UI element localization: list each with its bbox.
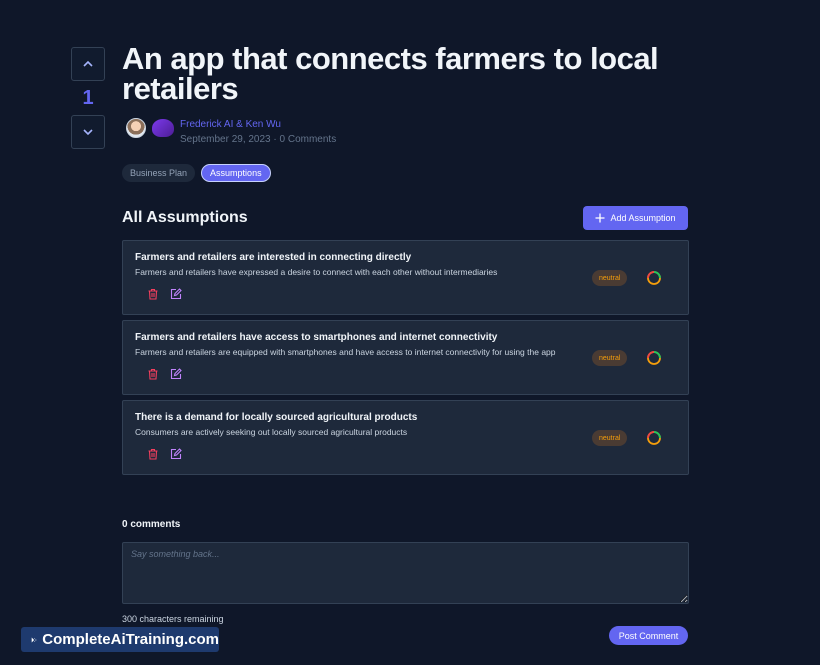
upvote-button[interactable] xyxy=(71,47,105,81)
characters-remaining: 300 characters remaining xyxy=(122,614,224,624)
vote-count: 1 xyxy=(82,86,94,109)
plus-icon xyxy=(595,213,605,223)
watermark-logo: CompleteAiTraining.com xyxy=(21,627,219,652)
post-date: September 29, 2023 · 0 Comments xyxy=(180,134,337,145)
post-meta: Frederick AI & Ken Wu September 29, 2023… xyxy=(180,119,336,145)
assumption-title: Farmers and retailers are interested in … xyxy=(135,252,412,263)
vote-widget: 1 xyxy=(71,47,105,149)
chevron-up-icon xyxy=(83,60,93,67)
assumption-description: Farmers and retailers have expressed a d… xyxy=(135,267,498,277)
avatar[interactable] xyxy=(126,118,146,138)
author-avatars xyxy=(126,118,174,138)
assumption-card: There is a demand for locally sourced ag… xyxy=(122,400,689,475)
assumption-description: Farmers and retailers are equipped with … xyxy=(135,347,556,357)
assumption-actions xyxy=(147,288,182,300)
post-comment-button[interactable]: Post Comment xyxy=(609,626,688,645)
trash-icon xyxy=(148,288,158,300)
assumption-title: Farmers and retailers have access to sma… xyxy=(135,332,498,343)
edit-button[interactable] xyxy=(170,368,182,380)
section-title: All Assumptions xyxy=(122,209,248,226)
trash-icon xyxy=(148,368,158,380)
assumption-card: Farmers and retailers are interested in … xyxy=(122,240,689,315)
logo-icon xyxy=(31,637,37,642)
chevron-down-icon xyxy=(83,129,93,136)
assumption-actions xyxy=(147,448,182,460)
comments-count: 0 comments xyxy=(122,519,181,530)
delete-button[interactable] xyxy=(147,288,159,300)
status-badge: neutral xyxy=(592,430,628,446)
downvote-button[interactable] xyxy=(71,115,105,149)
trash-icon xyxy=(148,448,158,460)
status-badge: neutral xyxy=(592,270,628,286)
progress-ring-icon xyxy=(647,271,661,285)
assumption-card: Farmers and retailers have access to sma… xyxy=(122,320,689,395)
add-assumption-button[interactable]: Add Assumption xyxy=(583,206,688,230)
assumption-title: There is a demand for locally sourced ag… xyxy=(135,412,418,423)
tab-business-plan[interactable]: Business Plan xyxy=(122,164,196,182)
edit-button[interactable] xyxy=(170,448,182,460)
progress-ring-icon xyxy=(647,431,661,445)
edit-icon xyxy=(170,368,182,380)
status-badge: neutral xyxy=(592,350,628,366)
watermark-text: CompleteAiTraining.com xyxy=(42,631,219,648)
delete-button[interactable] xyxy=(147,448,159,460)
tab-bar: Business Plan Assumptions xyxy=(122,164,271,182)
author-names[interactable]: Frederick AI & Ken Wu xyxy=(180,119,336,130)
edit-icon xyxy=(170,288,182,300)
edit-button[interactable] xyxy=(170,288,182,300)
assumption-description: Consumers are actively seeking out local… xyxy=(135,427,408,437)
tab-assumptions[interactable]: Assumptions xyxy=(201,164,271,182)
avatar[interactable] xyxy=(152,119,174,137)
progress-ring-icon xyxy=(647,351,661,365)
delete-button[interactable] xyxy=(147,368,159,380)
comment-input[interactable] xyxy=(122,542,689,604)
page-title: An app that connects farmers to local re… xyxy=(122,41,659,106)
assumption-actions xyxy=(147,368,182,380)
add-assumption-label: Add Assumption xyxy=(610,213,676,223)
edit-icon xyxy=(170,448,182,460)
